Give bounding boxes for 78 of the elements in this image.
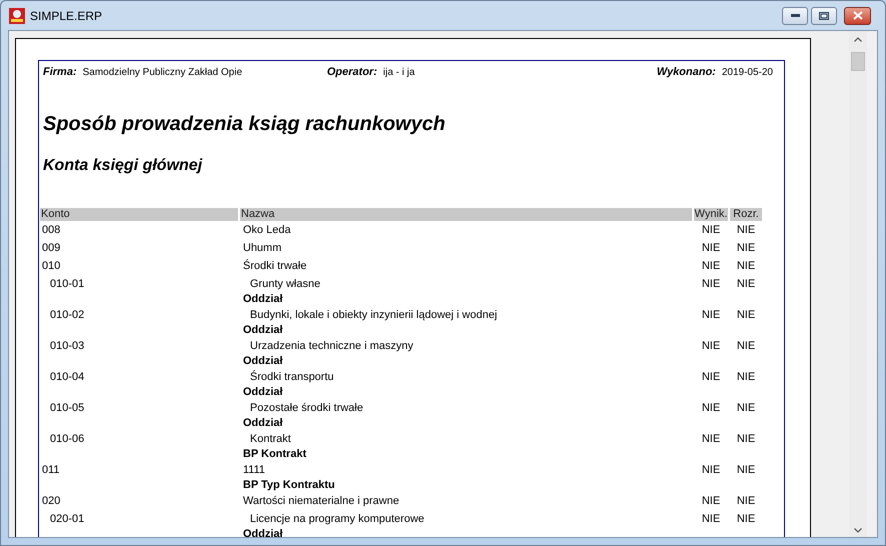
table-cell: NIE — [736, 278, 756, 290]
table-cell: NIE — [736, 464, 756, 476]
column-header: Konto — [40, 208, 238, 221]
table-cell: NIE — [702, 308, 720, 321]
column-header: Wynik. — [694, 208, 728, 221]
app-icon — [9, 8, 25, 24]
table-cell: NIE — [736, 242, 756, 254]
restore-icon — [819, 12, 829, 20]
group-label: BP Typ Kontraktu — [243, 479, 335, 492]
table-cell: 020 — [42, 494, 60, 507]
table-cell: Pozostałe środki trwałe — [250, 402, 364, 414]
vertical-scrollbar[interactable] — [849, 31, 867, 537]
group-label: Oddział — [243, 355, 283, 368]
table-cell: 010-05 — [50, 402, 84, 414]
maximize-button[interactable] — [811, 6, 837, 24]
table-cell: 1111 — [243, 464, 266, 476]
table-cell: NIE — [736, 402, 756, 414]
table-cell: 010-02 — [50, 308, 84, 321]
table-cell: Uhumm — [243, 242, 282, 254]
table-cell: NIE — [702, 432, 720, 445]
table-cell: NIE — [702, 242, 720, 254]
table-cell: NIE — [702, 278, 720, 290]
table-cell: Urzadzenia techniczne i maszyny — [250, 340, 414, 352]
minimize-icon — [790, 14, 800, 17]
window-title: SIMPLE.ERP — [30, 8, 102, 24]
table-cell: 008 — [42, 224, 60, 236]
column-header: Nazwa — [240, 208, 692, 221]
group-label: Oddział — [243, 417, 283, 430]
table-cell: NIE — [702, 224, 720, 236]
table-cell: 010-04 — [50, 370, 84, 383]
table-cell: Oko Leda — [243, 224, 291, 236]
table-cell: NIE — [736, 308, 756, 321]
header-value: ija - i ja — [383, 66, 415, 80]
group-label: Oddział — [243, 386, 283, 399]
group-label: Oddział — [243, 324, 283, 337]
table-cell: NIE — [736, 340, 756, 352]
header-label: Wykonano: — [656, 64, 716, 80]
table-cell: NIE — [702, 370, 720, 383]
header-label: Firma: — [43, 64, 77, 80]
table-cell: 009 — [42, 242, 60, 254]
table-cell: NIE — [736, 432, 756, 445]
table-cell: NIE — [702, 340, 720, 352]
table-cell: Kontrakt — [250, 432, 291, 445]
group-label: Oddział — [243, 293, 283, 306]
minimize-button[interactable] — [782, 6, 808, 24]
table-cell: NIE — [702, 512, 720, 525]
table-cell: 020-01 — [50, 512, 84, 525]
group-label: Oddział — [243, 528, 283, 537]
table-cell: 010-01 — [50, 278, 84, 290]
table-cell: NIE — [736, 494, 756, 507]
table-cell: 010 — [42, 260, 60, 272]
table-cell: Środki trwałe — [243, 260, 307, 272]
table-cell: NIE — [702, 402, 720, 414]
table-cell: NIE — [702, 260, 720, 272]
table-cell: Grunty własne — [250, 278, 320, 290]
report-title: Sposób prowadzenia ksiąg rachunkowych — [43, 112, 446, 136]
report-subtitle: Konta księgi głównej — [43, 156, 204, 176]
header-value: Samodzielny Publiczny Zakład Opie — [82, 66, 242, 80]
table-cell: NIE — [702, 494, 720, 507]
table-cell: NIE — [736, 512, 756, 525]
table-cell: Budynki, lokale i obiekty inzynierii lądowej i wodnej — [250, 308, 498, 321]
table-cell: 011 — [42, 464, 60, 476]
table-cell: Środki transportu — [250, 370, 334, 383]
close-icon — [852, 11, 862, 20]
table-cell: NIE — [702, 464, 720, 476]
table-cell: 010-06 — [50, 432, 84, 445]
scroll-thumb[interactable] — [851, 52, 865, 71]
table-cell: Wartości niematerialne i prawne — [243, 494, 400, 507]
close-button[interactable] — [844, 6, 871, 24]
group-label: BP Kontrakt — [243, 448, 306, 461]
table-cell: NIE — [736, 224, 756, 236]
table-cell: Licencje na programy komputerowe — [250, 512, 424, 525]
header-value: 2019-05-20 — [722, 66, 773, 80]
table-cell: NIE — [736, 260, 756, 272]
header-label: Operator: — [327, 64, 378, 80]
table-cell: NIE — [736, 370, 756, 383]
column-header: Rozr. — [730, 208, 762, 221]
table-cell: 010-03 — [50, 340, 84, 352]
